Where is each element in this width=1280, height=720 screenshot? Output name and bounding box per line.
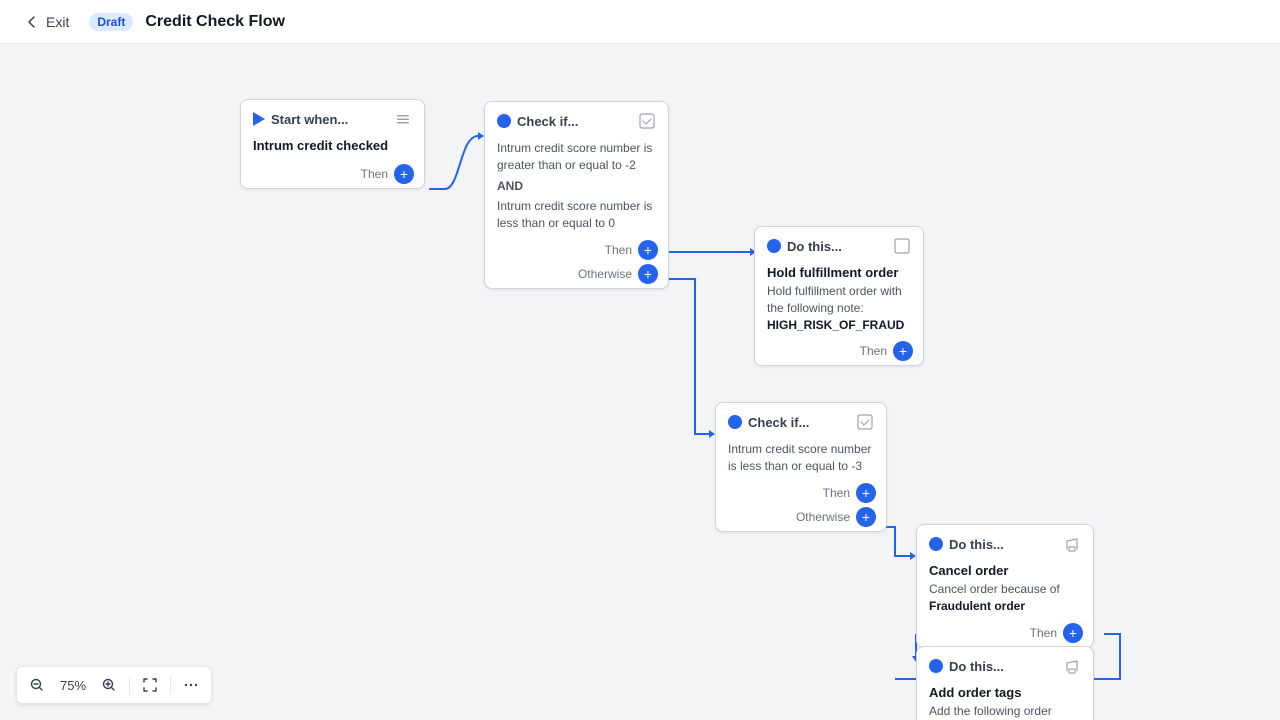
do-hold-footer: Then + <box>755 341 923 365</box>
do-tags-title: Do this... <box>949 659 1004 674</box>
do-cancel-title: Do this... <box>949 537 1004 552</box>
check1-condition2: Intrum credit score number is less than … <box>497 198 656 232</box>
check1-otherwise-label: Otherwise <box>578 267 632 281</box>
toolbar-divider2 <box>170 676 171 694</box>
check1-dot <box>497 114 511 128</box>
canvas: Start when... Intrum credit checked Then… <box>0 44 1280 720</box>
do-cancel-dot <box>929 537 943 551</box>
check2-then-footer: Then + <box>716 483 886 507</box>
zoom-in-button[interactable] <box>95 671 123 699</box>
exit-button[interactable]: Exit <box>16 10 77 34</box>
do-hold-action-title: Hold fulfillment order <box>767 265 911 280</box>
start-title: Start when... <box>271 112 348 127</box>
check1-then-footer: Then + <box>485 240 668 264</box>
check1-check-icon[interactable] <box>638 112 656 130</box>
do-cancel-desc: Cancel order because of Fraudulent order <box>929 581 1081 615</box>
exit-icon <box>24 14 40 30</box>
zoom-toolbar: 75% <box>16 666 212 704</box>
start-icon <box>253 112 265 126</box>
header: Exit Draft Credit Check Flow <box>0 0 1280 44</box>
start-footer: Then + <box>241 164 424 188</box>
draft-badge: Draft <box>89 13 133 31</box>
check1-body: Intrum credit score number is greater th… <box>485 136 668 240</box>
start-menu-icon[interactable] <box>394 110 412 128</box>
do-cancel-header: Do this... <box>917 525 1093 559</box>
do-tags-node: Do this... Add order tags Add the follow… <box>916 646 1094 720</box>
check2-node: Check if... Intrum credit score number i… <box>715 402 887 532</box>
start-node-header: Start when... <box>241 100 424 134</box>
do-tags-header: Do this... <box>917 647 1093 681</box>
do-cancel-action-title: Cancel order <box>929 563 1081 578</box>
check1-otherwise-add-button[interactable]: + <box>638 264 658 284</box>
flow-title: Credit Check Flow <box>145 13 285 31</box>
exit-label: Exit <box>46 14 69 30</box>
check2-otherwise-footer: Otherwise + <box>716 507 886 531</box>
more-options-button[interactable] <box>177 671 205 699</box>
check1-and: AND <box>497 178 656 195</box>
check2-then-add-button[interactable]: + <box>856 483 876 503</box>
start-add-button[interactable]: + <box>394 164 414 184</box>
check2-dot <box>728 415 742 429</box>
do-hold-add-button[interactable]: + <box>893 341 913 361</box>
check2-otherwise-add-button[interactable]: + <box>856 507 876 527</box>
do-cancel-icon[interactable] <box>1063 535 1081 553</box>
do-tags-action-title: Add order tags <box>929 685 1081 700</box>
check2-title: Check if... <box>748 415 809 430</box>
start-node: Start when... Intrum credit checked Then… <box>240 99 425 189</box>
check2-check-icon[interactable] <box>856 413 874 431</box>
zoom-out-icon <box>29 677 45 693</box>
check1-condition1: Intrum credit score number is greater th… <box>497 140 656 174</box>
do-hold-desc: Hold fulfillment order with the followin… <box>767 283 911 317</box>
do-tags-desc: Add the following order tags: <box>929 703 1081 720</box>
check2-then-label: Then <box>823 486 850 500</box>
fit-view-button[interactable] <box>136 671 164 699</box>
do-tags-body: Add order tags Add the following order t… <box>917 681 1093 720</box>
check1-title: Check if... <box>517 114 578 129</box>
do-hold-title: Do this... <box>787 239 842 254</box>
do-hold-body: Hold fulfillment order Hold fulfillment … <box>755 261 923 341</box>
check1-then-label: Then <box>605 243 632 257</box>
do-hold-header: Do this... <box>755 227 923 261</box>
do-hold-then-label: Then <box>860 344 887 358</box>
check1-then-add-button[interactable]: + <box>638 240 658 260</box>
zoom-out-button[interactable] <box>23 671 51 699</box>
toolbar-divider <box>129 676 130 694</box>
do-hold-node: Do this... Hold fulfillment order Hold f… <box>754 226 924 366</box>
do-hold-dot <box>767 239 781 253</box>
more-icon <box>183 677 199 693</box>
check2-otherwise-label: Otherwise <box>796 510 850 524</box>
check1-otherwise-footer: Otherwise + <box>485 264 668 288</box>
do-tags-icon[interactable] <box>1063 657 1081 675</box>
zoom-in-icon <box>101 677 117 693</box>
check2-condition: Intrum credit score number is less than … <box>728 441 874 475</box>
do-cancel-node: Do this... Cancel order Cancel order bec… <box>916 524 1094 648</box>
zoom-level: 75% <box>55 678 91 693</box>
do-cancel-then-label: Then <box>1030 626 1057 640</box>
do-cancel-footer: Then + <box>917 623 1093 647</box>
do-cancel-add-button[interactable]: + <box>1063 623 1083 643</box>
check2-header: Check if... <box>716 403 886 437</box>
check1-node: Check if... Intrum credit score number i… <box>484 101 669 289</box>
do-hold-note: HIGH_RISK_OF_FRAUD <box>767 317 911 334</box>
do-tags-dot <box>929 659 943 673</box>
do-hold-icon[interactable] <box>893 237 911 255</box>
check2-body: Intrum credit score number is less than … <box>716 437 886 483</box>
start-body: Intrum credit checked <box>241 134 424 164</box>
start-then-label: Then <box>361 167 388 181</box>
check1-header: Check if... <box>485 102 668 136</box>
start-body-title: Intrum credit checked <box>253 138 412 153</box>
fit-view-icon <box>142 677 158 693</box>
do-cancel-body: Cancel order Cancel order because of Fra… <box>917 559 1093 623</box>
